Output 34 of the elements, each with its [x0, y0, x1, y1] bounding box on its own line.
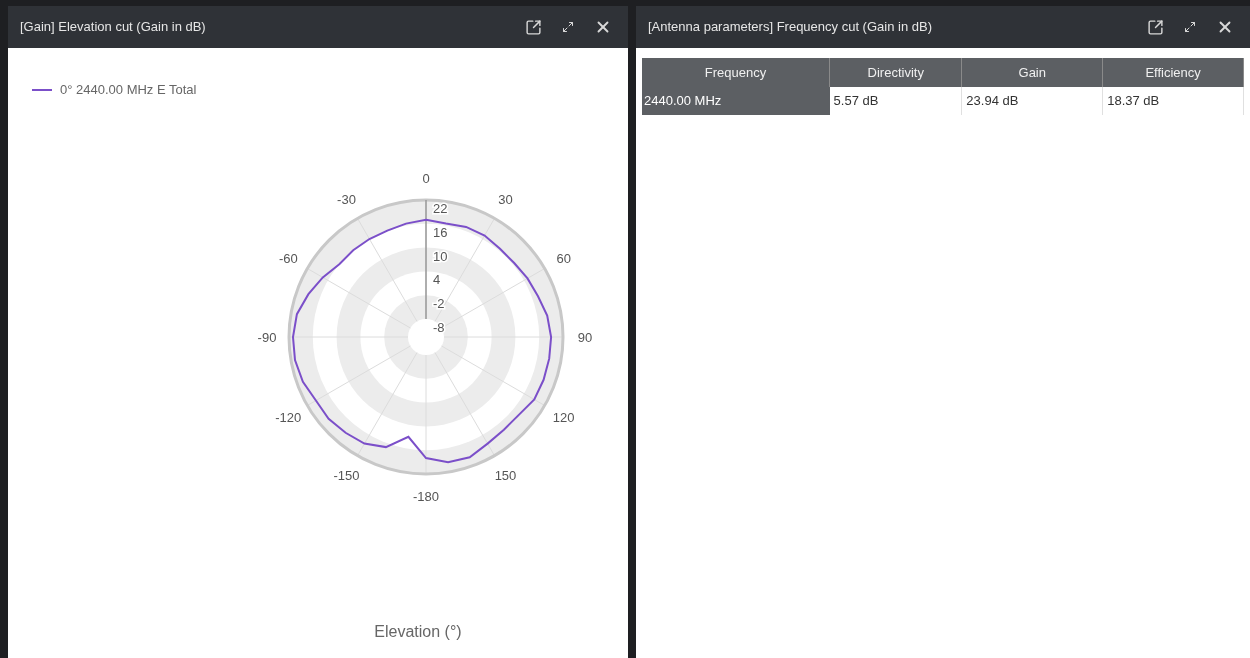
axis-title: Elevation (°)	[374, 622, 462, 642]
angle-tick-label: 120	[552, 409, 575, 424]
table-cell: 18.37 dB	[1102, 87, 1244, 115]
radial-tick-label: 10	[433, 248, 448, 264]
angle-tick-label: -120	[275, 409, 302, 424]
angle-tick-label: 60	[556, 250, 571, 265]
angle-tick-label: -60	[278, 250, 298, 265]
radial-tick-label: -8	[433, 319, 445, 335]
maximize-icon	[562, 21, 574, 33]
angle-tick-label: -150	[333, 467, 360, 483]
angle-tick-label: 0	[422, 170, 430, 186]
table-cell: 2440.00 MHz	[642, 87, 830, 115]
table-cell: 23.94 dB	[961, 87, 1103, 115]
radial-tick-label: 16	[433, 224, 448, 240]
radial-tick-label: 22	[433, 200, 448, 216]
angle-tick-label: -180	[413, 488, 439, 504]
legend-label: 0° 2440.00 MHz E Total	[60, 81, 197, 99]
angle-tick-label: 150	[494, 467, 517, 483]
column-header: Gain	[961, 58, 1103, 87]
panel-title: [Antenna parameters] Frequency cut (Gain in dB)	[648, 18, 933, 37]
table-cell: 5.57 dB	[829, 87, 962, 115]
column-header: Frequency	[642, 58, 830, 87]
angle-tick-label: 30	[498, 191, 513, 207]
pop-out-icon	[525, 18, 542, 36]
angle-tick-label: 90	[577, 329, 593, 345]
maximize-icon	[1184, 21, 1196, 33]
pop-out-icon	[1147, 18, 1164, 36]
radial-tick-label: -2	[433, 295, 445, 311]
column-header: Directivity	[829, 58, 962, 87]
column-header: Efficiency	[1102, 58, 1244, 87]
angle-tick-label: -30	[337, 191, 356, 207]
radial-tick-label: 4	[433, 271, 441, 287]
panel-title: [Gain] Elevation cut (Gain in dB)	[20, 18, 207, 37]
angle-tick-label: -90	[257, 329, 277, 345]
